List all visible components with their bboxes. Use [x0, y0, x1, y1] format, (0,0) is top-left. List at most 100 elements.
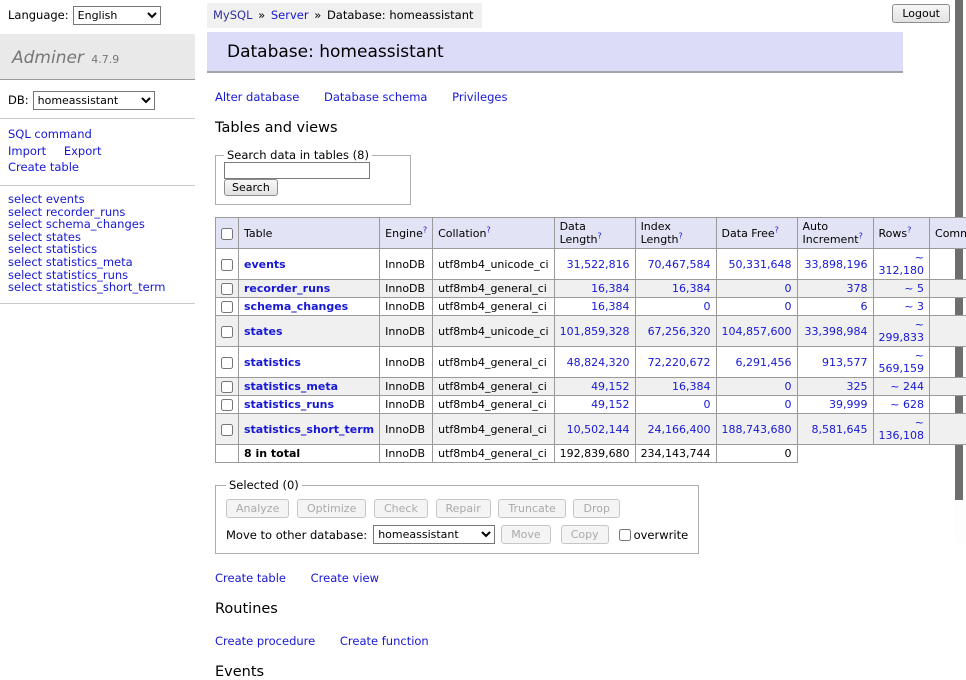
table-row: statistics_meta InnoDB utf8mb4_general_c… [216, 378, 966, 396]
index-length-link[interactable]: 16,384 [641, 380, 711, 393]
index-length-link[interactable]: 72,220,672 [641, 356, 711, 369]
data-length-link[interactable]: 10,502,144 [560, 423, 630, 436]
rows-count-link[interactable]: ~ 5 [879, 282, 924, 295]
index-length-link[interactable]: 67,256,320 [641, 325, 711, 338]
row-checkbox[interactable] [221, 381, 233, 393]
rows-count-link[interactable]: ~ 569,159 [879, 349, 924, 375]
data-free-link[interactable]: 6,291,456 [722, 356, 792, 369]
data-free-link[interactable]: 0 [722, 300, 792, 313]
help-link[interactable]: ? [679, 231, 683, 240]
help-link[interactable]: ? [859, 231, 863, 240]
table-name-link[interactable]: states [244, 325, 283, 338]
data-free-cell: 188,743,680 [716, 414, 797, 445]
auto-increment-link[interactable]: 325 [803, 380, 868, 393]
database-action-link[interactable]: Alter database [215, 90, 299, 104]
table-name-link[interactable]: events [244, 258, 286, 271]
row-checkbox[interactable] [221, 326, 233, 338]
auto-increment-link[interactable]: 39,999 [803, 398, 868, 411]
data-length-link[interactable]: 31,522,816 [560, 258, 630, 271]
sidebar-select-link[interactable]: select [8, 280, 42, 294]
total-index-length: 234,143,744 [635, 445, 716, 463]
help-link[interactable]: ? [423, 225, 427, 234]
data-free-link[interactable]: 0 [722, 282, 792, 295]
row-checkbox[interactable] [221, 399, 233, 411]
table-name-link[interactable]: schema_changes [244, 300, 348, 313]
language-select[interactable]: English [73, 6, 161, 25]
table-name-link[interactable]: statistics_runs [244, 398, 334, 411]
data-length-link[interactable]: 16,384 [560, 300, 630, 313]
sidebar-action-link[interactable]: Export [64, 144, 102, 158]
create-link[interactable]: Create table [215, 571, 286, 585]
table-name-link[interactable]: statistics_meta [244, 380, 338, 393]
select-all-checkbox[interactable] [221, 228, 233, 240]
data-length-link[interactable]: 16,384 [560, 282, 630, 295]
data-free-link[interactable]: 188,743,680 [722, 423, 792, 436]
auto-increment-link[interactable]: 33,898,196 [803, 258, 868, 271]
data-length-link[interactable]: 49,152 [560, 380, 630, 393]
database-action-link[interactable]: Database schema [324, 90, 427, 104]
rows-count-link[interactable]: ~ 136,108 [879, 416, 924, 442]
data-free-link[interactable]: 104,857,600 [722, 325, 792, 338]
data-free-link[interactable]: 0 [722, 398, 792, 411]
data-free-link[interactable]: 50,331,648 [722, 258, 792, 271]
help-link[interactable]: ? [775, 225, 779, 234]
routine-create-link[interactable]: Create function [340, 634, 429, 648]
data-length-link[interactable]: 101,859,328 [560, 325, 630, 338]
sidebar-action-link[interactable]: Create table [8, 160, 79, 174]
breadcrumb-server-link[interactable]: Server [271, 8, 309, 22]
auto-increment-link[interactable]: 913,577 [803, 356, 868, 369]
sidebar: Language:English Adminer 4.7.9 DB:homeas… [0, 0, 195, 304]
search-input[interactable] [224, 162, 370, 179]
database-action-link[interactable]: Privileges [452, 90, 507, 104]
sidebar-action-link[interactable]: SQL command [8, 127, 92, 141]
row-checkbox[interactable] [221, 357, 233, 369]
rows-count-link[interactable]: ~ 628 [879, 398, 924, 411]
app-version[interactable]: 4.7.9 [91, 53, 119, 66]
total-row: 8 in total InnoDB utf8mb4_general_ci 192… [216, 445, 966, 463]
data-length-link[interactable]: 48,824,320 [560, 356, 630, 369]
data-length-link[interactable]: 49,152 [560, 398, 630, 411]
overwrite-checkbox[interactable] [619, 529, 631, 541]
auto-increment-link[interactable]: 378 [803, 282, 868, 295]
column-header: Rows? [873, 218, 929, 249]
rows-count-link[interactable]: ~ 3 [879, 300, 924, 313]
routine-create-link[interactable]: Create procedure [215, 634, 315, 648]
sidebar-action-link[interactable]: Import [8, 144, 46, 158]
selected-action-button: Repair [436, 499, 491, 518]
index-length-link[interactable]: 24,166,400 [641, 423, 711, 436]
table-name-link[interactable]: recorder_runs [244, 282, 330, 295]
rows-count-link[interactable]: ~ 244 [879, 380, 924, 393]
row-checkbox[interactable] [221, 424, 233, 436]
auto-increment-link[interactable]: 8,581,645 [803, 423, 868, 436]
help-link[interactable]: ? [598, 231, 602, 240]
rows-count-link[interactable]: ~ 299,833 [879, 318, 924, 344]
breadcrumb-separator: » [314, 8, 321, 22]
sidebar-table-link[interactable]: statistics_short_term [46, 280, 166, 294]
row-checkbox-cell [216, 414, 239, 445]
search-button[interactable]: Search [224, 179, 278, 196]
collation-cell: utf8mb4_general_ci [433, 298, 554, 316]
auto-increment-link[interactable]: 33,398,984 [803, 325, 868, 338]
index-length-link[interactable]: 16,384 [641, 282, 711, 295]
row-checkbox[interactable] [221, 301, 233, 313]
row-checkbox[interactable] [221, 283, 233, 295]
move-database-select[interactable]: homeassistant [373, 525, 495, 544]
data-free-cell: 0 [716, 378, 797, 396]
search-fieldset: Search data in tables (8) Search [215, 148, 411, 205]
db-select[interactable]: homeassistant [33, 91, 155, 110]
row-checkbox[interactable] [221, 259, 233, 271]
collation-cell: utf8mb4_general_ci [433, 396, 554, 414]
auto-increment-link[interactable]: 6 [803, 300, 868, 313]
rows-count-link[interactable]: ~ 312,180 [879, 251, 924, 277]
help-link[interactable]: ? [907, 225, 911, 234]
table-name-cell: statistics [239, 347, 380, 378]
index-length-link[interactable]: 0 [641, 300, 711, 313]
help-link[interactable]: ? [486, 225, 490, 234]
index-length-link[interactable]: 70,467,584 [641, 258, 711, 271]
data-free-link[interactable]: 0 [722, 380, 792, 393]
breadcrumb-mysql-link[interactable]: MySQL [213, 8, 253, 22]
table-name-link[interactable]: statistics [244, 356, 301, 369]
table-name-link[interactable]: statistics_short_term [244, 423, 374, 436]
create-link[interactable]: Create view [311, 571, 379, 585]
index-length-link[interactable]: 0 [641, 398, 711, 411]
